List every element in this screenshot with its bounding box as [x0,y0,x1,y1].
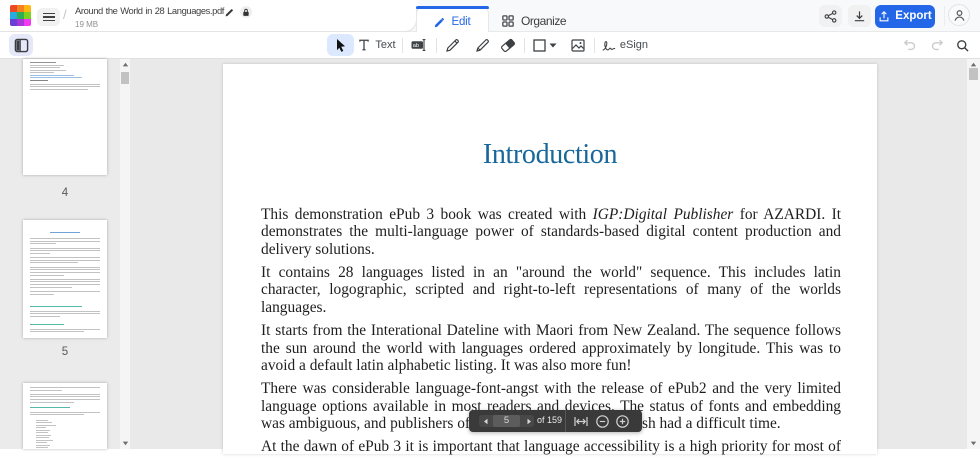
svg-text:ab: ab [413,43,419,49]
